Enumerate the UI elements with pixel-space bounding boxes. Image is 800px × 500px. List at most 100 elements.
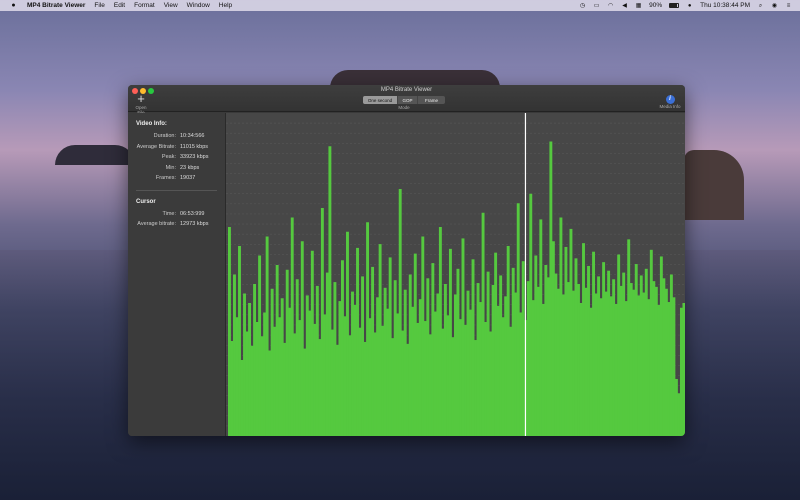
media-info-button[interactable]: i Media Info: [658, 95, 682, 109]
bitrate-bar: [228, 227, 231, 436]
bitrate-bar: [401, 330, 405, 436]
bitrate-chart[interactable]: [226, 113, 685, 436]
bitrate-bar: [368, 318, 372, 436]
bitrate-bar: [248, 303, 251, 436]
bitrate-bar: [624, 301, 628, 436]
user-icon[interactable]: ●: [686, 3, 693, 9]
bitrate-bar: [270, 288, 274, 436]
bitrate-bar: [669, 274, 673, 436]
bitrate-bar: [273, 326, 277, 436]
mode-label: Mode: [398, 105, 410, 110]
menu-format[interactable]: Format: [134, 2, 155, 9]
bitrate-bar: [579, 303, 583, 436]
bitrate-bar: [521, 261, 525, 436]
bitrate-bar: [308, 310, 312, 436]
bitrate-bar: [288, 307, 292, 436]
siri-icon[interactable]: ◉: [771, 3, 778, 9]
airplay-icon[interactable]: ▭: [593, 3, 600, 9]
menu-window[interactable]: Window: [187, 2, 210, 9]
bitrate-bar: [293, 333, 297, 436]
bitrate-bar: [464, 324, 467, 436]
bitrate-bar: [313, 323, 317, 436]
bitrate-bar: [391, 338, 395, 436]
bitrate-bar: [459, 319, 462, 436]
peak-value: 33923 kbps: [180, 154, 209, 161]
bitrate-bar: [283, 342, 287, 436]
spotlight-icon[interactable]: ⌕: [757, 3, 764, 9]
open-file-button[interactable]: + Open File: [132, 92, 150, 115]
volume-icon[interactable]: ◀: [621, 3, 628, 9]
bitrate-bar: [514, 292, 518, 436]
bitrate-bar: [486, 271, 490, 436]
notification-center-icon[interactable]: ≡: [785, 3, 792, 9]
bitrate-bar: [667, 302, 671, 436]
bitrate-bar: [471, 259, 475, 436]
bitrate-bar: [469, 309, 472, 436]
bitrate-bar: [373, 332, 377, 436]
bitrate-bar: [577, 284, 580, 436]
bitrate-bar: [574, 258, 578, 436]
bitrate-bar: [386, 308, 390, 436]
bitrate-bar: [659, 256, 663, 436]
bitrate-bar: [476, 283, 480, 436]
bitrate-bar: [300, 241, 304, 436]
menu-help[interactable]: Help: [219, 2, 232, 9]
bitrate-bar: [396, 313, 400, 436]
bitrate-bar: [619, 285, 623, 436]
bitrate-bar: [340, 260, 344, 436]
mode-one-second[interactable]: One second: [363, 96, 397, 104]
apple-menu-icon[interactable]: ●: [9, 2, 18, 9]
flag-icon[interactable]: ▦: [635, 3, 642, 9]
bitrate-bar: [305, 295, 309, 436]
min-label: Min:: [165, 164, 176, 171]
bitrate-bar: [388, 257, 392, 436]
bitrate-bar: [268, 350, 272, 436]
cursor-time-row: Time: 06:53:999: [128, 209, 225, 220]
mode-frame[interactable]: Frame: [417, 96, 445, 104]
bitrate-bar: [499, 275, 503, 436]
bitrate-bar: [594, 293, 598, 436]
bitrate-bar: [428, 334, 432, 436]
bitrate-bar: [566, 282, 570, 436]
bitrate-bar: [423, 321, 427, 436]
wifi-icon[interactable]: ◠: [607, 3, 614, 9]
duration-label: Duration:: [153, 133, 176, 140]
bitrate-bar: [531, 300, 535, 436]
bitrate-bar: [589, 307, 593, 436]
bitrate-bar: [569, 228, 573, 436]
bitrate-bar: [335, 344, 339, 436]
bitrate-bar: [328, 146, 332, 436]
battery-percent: 90%: [649, 2, 663, 9]
bitrate-bar: [614, 303, 618, 436]
bitrate-bar: [657, 304, 661, 436]
time-machine-icon[interactable]: ◷: [579, 3, 586, 9]
bitrate-bar: [599, 298, 603, 436]
menu-edit[interactable]: Edit: [114, 2, 125, 9]
menu-view[interactable]: View: [164, 2, 178, 9]
bitrate-bar: [295, 279, 299, 436]
bitrate-bar: [413, 253, 417, 436]
bitrate-bar: [431, 263, 435, 436]
bitrate-bar: [604, 291, 608, 436]
wallpaper-island-right: [684, 150, 744, 220]
titlebar: MP4 Bitrate Viewer + Open File One secon…: [128, 85, 685, 115]
menu-file[interactable]: File: [94, 2, 104, 9]
bitrate-bar: [438, 227, 442, 436]
bitrate-chart-svg[interactable]: [226, 113, 685, 436]
menu-app-name[interactable]: MP4 Bitrate Viewer: [27, 2, 85, 9]
cursor-avg-value: 12973 kbps: [180, 221, 209, 228]
bitrate-bar: [353, 304, 357, 436]
bitrate-bar: [240, 360, 244, 436]
avg-bitrate-label: Average Bitrate:: [136, 143, 176, 150]
bitrate-bar: [278, 317, 282, 436]
bitrate-bar: [363, 341, 367, 436]
mode-gop[interactable]: GOP: [397, 96, 417, 104]
battery-icon[interactable]: [669, 3, 680, 8]
avg-bitrate-value: 11015 kbps: [180, 143, 209, 150]
bitrate-bar: [554, 273, 558, 436]
bitrate-bar: [260, 336, 264, 436]
bitrate-bar: [546, 277, 550, 436]
bitrate-bar: [446, 315, 450, 436]
bitrate-bar: [393, 280, 397, 436]
clock[interactable]: Thu 10:38:44 PM: [700, 2, 750, 9]
